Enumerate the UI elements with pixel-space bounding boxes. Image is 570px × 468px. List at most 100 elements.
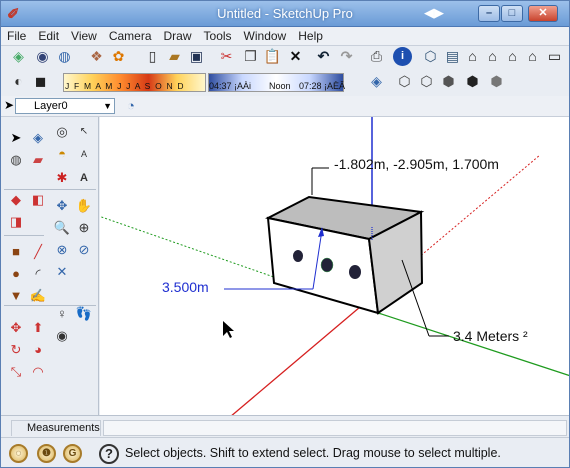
open-file-icon[interactable]: ▰ (165, 47, 184, 66)
top-view-icon[interactable]: ▤ (443, 47, 462, 66)
geo-location-icon[interactable]: ◌ (9, 444, 28, 463)
orbit-icon[interactable]: ✥ (53, 197, 71, 215)
menu-edit[interactable]: Edit (32, 27, 65, 43)
push-pull-icon[interactable]: ⬆ (29, 319, 47, 337)
xray-icon[interactable]: ◈ (367, 72, 386, 91)
select-tool-icon[interactable]: ➤ (7, 129, 25, 147)
zoom-window-icon[interactable]: ⊕ (75, 219, 93, 237)
save-icon[interactable]: ▣ (187, 47, 206, 66)
minimize-button[interactable]: – (478, 5, 500, 22)
section-cut-icon[interactable]: ◧ (29, 191, 47, 209)
monochrome-icon[interactable]: ⬢ (487, 72, 506, 91)
right-view-icon[interactable]: ⌂ (483, 47, 502, 66)
measurements-input[interactable] (103, 420, 567, 436)
model-info-icon[interactable]: i (393, 47, 412, 66)
section-fill-icon[interactable]: ◨ (7, 213, 25, 231)
redo-icon[interactable]: ↷ (337, 47, 356, 66)
standard-toolbar: ◈ ◉ ◍ ❖ ✿ ▯ ▰ ▣ ✂ ❐ 📋 ✕ ↶ ↷ ⎙ i ⬡ ▤ ⌂ ⌂ … (3, 47, 569, 69)
menu-tools[interactable]: Tools (198, 27, 238, 43)
section-plane-icon[interactable]: ◆ (7, 191, 25, 209)
bottom-view-icon[interactable]: ▭ (545, 47, 564, 66)
display-shadows-icon[interactable]: ◼ (31, 72, 50, 91)
box-hole-2 (320, 257, 334, 273)
follow-me-icon[interactable]: ◕ (29, 341, 47, 359)
share-component-icon[interactable]: ◍ (55, 47, 74, 66)
user-account-icon[interactable]: G (63, 444, 82, 463)
3d-text-icon[interactable]: A (75, 169, 93, 187)
iso-view-icon[interactable]: ⬡ (421, 47, 440, 66)
credits-icon[interactable]: ❶ (37, 444, 56, 463)
menu-window[interactable]: Window (238, 27, 293, 43)
arc-tool-icon[interactable]: ◜ (29, 265, 47, 283)
drawing-viewport[interactable]: 3.500m -1.802m, -2.905m, 1.700m 3.4 Mete… (100, 117, 569, 415)
menu-file[interactable]: File (1, 27, 32, 43)
paste-icon[interactable]: 📋 (263, 47, 282, 66)
paint-bucket-icon[interactable]: ◍ (7, 151, 25, 169)
hidden-line-icon[interactable]: ⬡ (417, 72, 436, 91)
shadow-months-label: J F M A M J J A S O N D (65, 81, 185, 91)
menu-view[interactable]: View (65, 27, 103, 43)
make-component-icon[interactable]: ◈ (29, 129, 47, 147)
left-view-icon[interactable]: ⌂ (523, 47, 542, 66)
shadow-settings-icon[interactable]: ◐ (9, 72, 28, 91)
menu-help[interactable]: Help (292, 27, 329, 43)
title-nav-arrows-icon[interactable]: ◀▶ (424, 5, 444, 21)
close-button[interactable]: ✕ (528, 5, 558, 22)
shadow-noon-label: Noon (269, 81, 291, 91)
undo-icon[interactable]: ↶ (314, 47, 333, 66)
dimension-label[interactable]: 3.500m (162, 279, 209, 295)
shaded-textures-icon[interactable]: ⬢ (463, 72, 482, 91)
dimension-icon[interactable]: ↖ (75, 123, 93, 141)
zoom-extents-icon[interactable]: ⊗ (53, 241, 71, 259)
copy-icon[interactable]: ❐ (241, 47, 260, 66)
offset-tool-icon[interactable]: ◠ (29, 363, 47, 381)
walk-icon[interactable]: 👣 (75, 305, 93, 323)
eraser-icon[interactable]: ▰ (29, 151, 47, 169)
menu-camera[interactable]: Camera (103, 27, 158, 43)
front-view-icon[interactable]: ⌂ (463, 47, 482, 66)
position-camera-icon[interactable]: ♀ (53, 305, 71, 323)
wireframe-icon[interactable]: ⬡ (395, 72, 414, 91)
menu-bar: File Edit View Camera Draw Tools Window Help (1, 27, 569, 46)
erase-icon[interactable]: ✕ (286, 47, 305, 66)
tape-measure-icon[interactable]: ◎ (53, 123, 71, 141)
model-canvas[interactable]: 3.500m -1.802m, -2.905m, 1.700m 3.4 Mete… (100, 117, 569, 415)
shaded-icon[interactable]: ⬢ (439, 72, 458, 91)
layer-select[interactable]: Layer0 ▼ (15, 98, 115, 114)
rectangle-tool-icon[interactable]: ■ (7, 243, 25, 261)
zoom-icon[interactable]: 🔍 (53, 219, 71, 237)
axes-tool-icon[interactable]: ✱ (53, 169, 71, 187)
freehand-tool-icon[interactable]: ✍ (29, 287, 47, 305)
layer-pointer-icon[interactable]: ➤ (4, 98, 14, 112)
title-bar[interactable]: ✐ Untitled - SketchUp Pro ◀▶ – □ ✕ (1, 1, 569, 27)
time-start-value: 04:37 (209, 81, 232, 91)
maximize-button[interactable]: □ (501, 5, 523, 22)
extension-warehouse-icon[interactable]: ❖ (87, 47, 106, 66)
layer-manager-icon[interactable]: ◔ (127, 98, 135, 113)
menu-draw[interactable]: Draw (158, 27, 198, 43)
help-icon[interactable]: ? (99, 444, 119, 464)
look-around-icon[interactable]: ◉ (53, 327, 71, 345)
protractor-icon[interactable]: ◓ (53, 145, 71, 163)
cut-icon[interactable]: ✂ (217, 47, 236, 66)
scale-tool-icon[interactable]: ⤡ (7, 363, 25, 381)
pan-icon[interactable]: ✋ (75, 197, 93, 215)
area-label[interactable]: 3.4 Meters ² (453, 328, 528, 344)
box-hole-3 (349, 265, 361, 279)
back-view-icon[interactable]: ⌂ (503, 47, 522, 66)
rotate-tool-icon[interactable]: ↻ (7, 341, 25, 359)
measurements-label: Measurements (11, 420, 101, 436)
circle-tool-icon[interactable]: ● (7, 265, 25, 283)
new-file-icon[interactable]: ▯ (143, 47, 162, 66)
line-tool-icon[interactable]: ╱ (29, 243, 47, 261)
zoom-fit-icon[interactable]: ✕ (53, 263, 71, 281)
print-icon[interactable]: ⎙ (367, 47, 386, 66)
share-model-icon[interactable]: ◉ (33, 47, 52, 66)
text-tool-icon[interactable]: A (75, 145, 93, 163)
polygon-tool-icon[interactable]: ▼ (7, 287, 25, 305)
get-models-icon[interactable]: ◈ (9, 47, 28, 66)
coordinate-label[interactable]: -1.802m, -2.905m, 1.700m (334, 156, 499, 172)
move-tool-icon[interactable]: ✥ (7, 319, 25, 337)
photo-textures-icon[interactable]: ✿ (109, 47, 128, 66)
previous-view-icon[interactable]: ⊘ (75, 241, 93, 259)
